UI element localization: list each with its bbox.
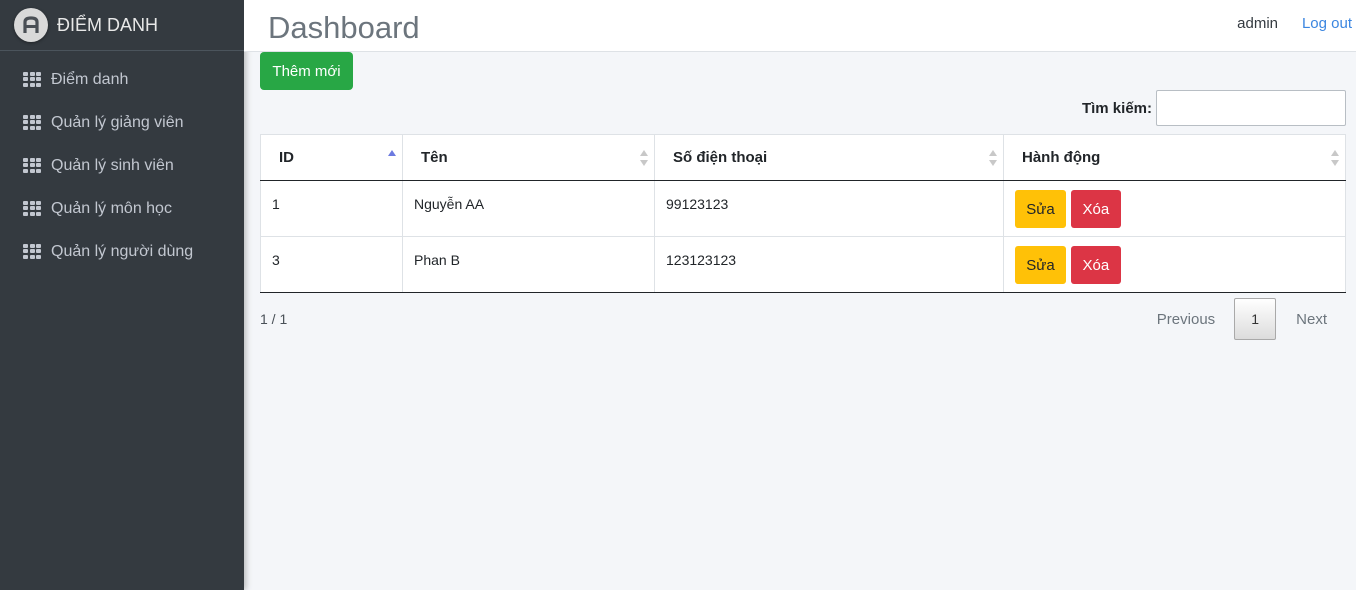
table-header-row: ID Tên Số điện thoại Hành động [260,134,1346,181]
cell-id: 3 [260,236,403,293]
sidebar-item-quan-ly-sinh-vien[interactable]: Quản lý sinh viên [0,144,244,187]
cell-id: 1 [260,180,403,237]
page-title: Dashboard [268,10,420,45]
sidebar-item-label: Quản lý sinh viên [51,156,174,174]
top-navbar: Dashboard admin Log out [244,0,1356,52]
table-row: 1 Nguyễn AA 99123123 Sửa Xóa [260,180,1346,237]
column-header-phone[interactable]: Số điện thoại [654,134,1004,181]
column-header-name[interactable]: Tên [402,134,655,181]
sidebar: ĐIỂM DANH Điểm danh Quản lý giảng viên Q… [0,0,244,590]
sidebar-item-quan-ly-nguoi-dung[interactable]: Quản lý người dùng [0,230,244,273]
pagination: Previous 1 Next [1157,298,1346,340]
search-label: Tìm kiếm: [1081,99,1152,117]
delete-button[interactable]: Xóa [1070,190,1121,228]
add-new-button[interactable]: Thêm mới [260,52,353,90]
previous-page-button[interactable]: Previous [1157,311,1215,328]
sidebar-item-quan-ly-giang-vien[interactable]: Quản lý giảng viên [0,101,244,144]
edit-button[interactable]: Sửa [1015,190,1066,228]
sidebar-item-diem-danh[interactable]: Điểm danh [0,58,244,101]
edit-button[interactable]: Sửa [1015,246,1066,284]
column-header-label: Hành động [1022,149,1101,166]
logout-link[interactable]: Log out [1302,15,1352,32]
grid-icon [23,243,41,260]
cell-actions: Sửa Xóa [1003,180,1346,237]
cell-name: Phan B [402,236,655,293]
sidebar-item-label: Quản lý người dùng [51,242,194,260]
brand-link[interactable]: ĐIỂM DANH [0,0,244,51]
cell-actions: Sửa Xóa [1003,236,1346,293]
grid-icon [23,200,41,217]
cell-phone: 123123123 [654,236,1004,293]
grid-icon [23,71,41,88]
sidebar-item-label: Điểm danh [51,70,129,88]
sort-icon [989,150,997,166]
sidebar-nav: Điểm danh Quản lý giảng viên Quản lý sin… [0,51,244,273]
delete-button[interactable]: Xóa [1070,246,1121,284]
column-header-label: Số điện thoại [673,149,768,166]
sidebar-item-quan-ly-mon-hoc[interactable]: Quản lý môn học [0,187,244,230]
sidebar-item-label: Quản lý giảng viên [51,113,184,131]
column-header-actions[interactable]: Hành động [1003,134,1346,181]
sidebar-item-label: Quản lý môn học [51,199,172,217]
column-header-id[interactable]: ID [260,134,403,181]
data-table: ID Tên Số điện thoại Hành động 1 Nguyễn … [260,134,1346,293]
page-number-button[interactable]: 1 [1234,298,1277,340]
grid-icon [23,114,41,131]
column-header-label: Tên [421,149,448,166]
pagination-info: 1 / 1 [260,311,288,327]
grid-icon [23,157,41,174]
user-name: admin [1237,15,1278,32]
cell-name: Nguyễn AA [402,180,655,237]
column-header-label: ID [279,149,294,166]
search-input[interactable] [1156,90,1346,126]
sort-icon [1331,150,1339,166]
cell-phone: 99123123 [654,180,1004,237]
next-page-button[interactable]: Next [1296,311,1327,328]
brand-name: ĐIỂM DANH [57,14,159,35]
brand-logo-icon [14,8,48,42]
sort-icon [640,150,648,166]
sort-ascending-icon [388,150,396,166]
search-filter: Tìm kiếm: [1082,90,1346,126]
table-row: 3 Phan B 123123123 Sửa Xóa [260,236,1346,293]
